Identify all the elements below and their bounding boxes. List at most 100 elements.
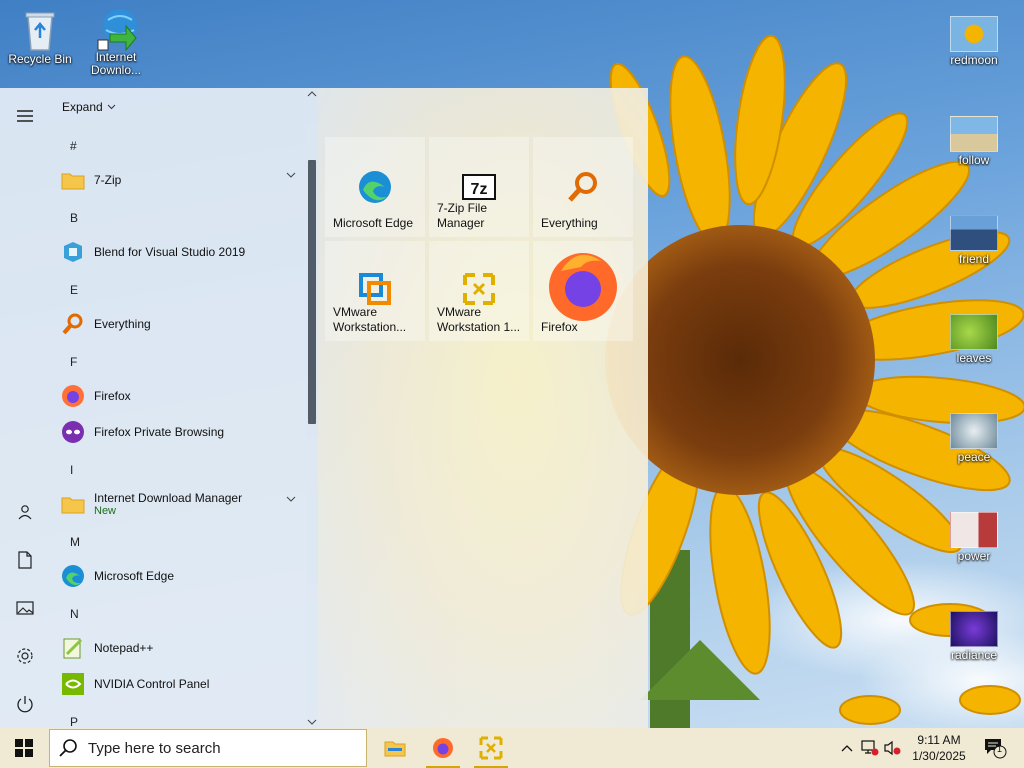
expand-button[interactable]: Expand (62, 100, 116, 114)
gear-icon (17, 648, 33, 664)
power-desktop-icon[interactable]: power (936, 512, 1012, 563)
chevron-down-icon[interactable] (286, 496, 296, 502)
everything-search-icon (60, 311, 86, 337)
pictures-icon (16, 601, 34, 615)
group-header[interactable]: I (70, 463, 73, 477)
redmoon-desktop-icon[interactable]: redmoon (936, 16, 1012, 67)
app-label: NVIDIA Control Panel (94, 677, 210, 691)
peace-desktop-icon[interactable]: peace (936, 413, 1012, 464)
action-center-button[interactable]: 1 (982, 738, 1008, 759)
show-hidden-icons-button[interactable] (838, 738, 856, 758)
radiance-desktop-icon[interactable]: radiance (936, 611, 1012, 662)
app-label: Firefox (94, 389, 131, 403)
group-header[interactable]: F (70, 355, 77, 369)
desktop-icon-label: radiance (950, 648, 998, 662)
tile-everything[interactable]: Everything (533, 137, 633, 237)
app-7-zip[interactable]: 7-Zip (60, 164, 304, 196)
vmware-icon (355, 269, 395, 309)
app-firefox-private[interactable]: Firefox Private Browsing (60, 416, 304, 448)
vmware-player-icon (459, 269, 499, 309)
recycle-bin-desktop-icon[interactable]: Recycle Bin (2, 8, 78, 66)
chevron-up-icon (841, 745, 853, 752)
image-thumbnail (950, 611, 998, 647)
everything-search-icon (563, 167, 603, 207)
start-menu: Expand # 7-Zip B Blend for Visual Studio… (0, 88, 648, 728)
desktop-icon-label: peace (957, 450, 991, 464)
group-header[interactable]: B (70, 211, 78, 225)
app-blend-visual-studio[interactable]: Blend for Visual Studio 2019 (60, 236, 304, 268)
tile-vmware-workstation-pro[interactable]: VMware Workstation... (325, 241, 425, 341)
taskbar-firefox[interactable] (420, 728, 466, 768)
app-everything[interactable]: Everything (60, 308, 304, 340)
windows-logo-icon (15, 739, 33, 757)
image-thumbnail (950, 215, 998, 251)
app-label: Microsoft Edge (94, 569, 175, 583)
pictures-button[interactable] (0, 584, 50, 632)
clock-date: 1/30/2025 (912, 749, 966, 763)
blend-icon (60, 239, 86, 265)
tile-microsoft-edge[interactable]: Microsoft Edge (325, 137, 425, 237)
leaves-desktop-icon[interactable]: leaves (936, 314, 1012, 365)
document-icon (18, 551, 32, 569)
user-account-button[interactable] (0, 488, 50, 536)
edge-icon (355, 167, 395, 207)
app-notepad-plus-plus[interactable]: Notepad++ (60, 632, 304, 664)
new-badge: New (94, 505, 117, 517)
group-header[interactable]: E (70, 283, 78, 297)
friend-desktop-icon[interactable]: friend (936, 215, 1012, 266)
recycle-bin-icon (20, 8, 60, 52)
volume-button[interactable] (884, 738, 902, 758)
svg-text:7z: 7z (471, 181, 488, 198)
start-button[interactable] (0, 728, 48, 768)
tile-label: VMware Workstation 1... (437, 305, 521, 334)
scroll-up-arrow-icon[interactable] (306, 90, 318, 98)
app-microsoft-edge[interactable]: Microsoft Edge (60, 560, 304, 592)
app-nvidia-control-panel[interactable]: NVIDIA Control Panel (60, 668, 304, 700)
app-internet-download-manager[interactable]: Internet Download Manager New (60, 488, 304, 520)
network-status-button[interactable] (861, 738, 879, 758)
tile-label: Microsoft Edge (333, 216, 414, 230)
group-header[interactable]: M (70, 535, 80, 549)
app-label: Firefox Private Browsing (94, 425, 225, 439)
group-header[interactable]: N (70, 607, 79, 621)
scrollbar-thumb[interactable] (308, 160, 316, 424)
tile-label: Firefox (541, 320, 578, 334)
firefox-icon (60, 383, 86, 409)
app-label: Internet Download Manager (94, 491, 243, 505)
app-label: 7-Zip (94, 173, 122, 187)
network-disconnected-icon (861, 740, 879, 756)
taskbar-file-explorer[interactable] (372, 728, 418, 768)
taskbar-vmware[interactable] (468, 728, 514, 768)
group-header[interactable]: # (70, 139, 77, 153)
app-label: Everything (94, 317, 151, 331)
app-firefox[interactable]: Firefox (60, 380, 304, 412)
group-header[interactable]: P (70, 715, 78, 728)
tile-label: Everything (541, 216, 598, 230)
documents-button[interactable] (0, 536, 50, 584)
settings-button[interactable] (0, 632, 50, 680)
scroll-down-arrow-icon[interactable] (306, 718, 318, 726)
taskbar-clock[interactable]: 9:11 AM 1/30/2025 (904, 732, 974, 764)
desktop-icon-label: power (957, 549, 991, 563)
app-list-scrollbar[interactable] (306, 88, 318, 728)
hamburger-icon (17, 110, 33, 122)
internet-download-manager-icon (96, 6, 137, 52)
taskbar-search-box[interactable]: Type here to search (49, 729, 367, 767)
hamburger-menu-button[interactable] (0, 92, 50, 140)
internet-download-manager-desktop-icon[interactable]: Internet Downlo... (78, 6, 154, 77)
tile-vmware-workstation-player[interactable]: VMware Workstation 1... (429, 241, 529, 341)
image-thumbnail (950, 16, 998, 52)
tile-firefox[interactable]: Firefox (533, 241, 633, 341)
clock-time: 9:11 AM (917, 733, 961, 747)
user-icon (18, 505, 32, 520)
follow-desktop-icon[interactable]: follow (936, 116, 1012, 167)
app-label: Blend for Visual Studio 2019 (94, 245, 246, 259)
power-button[interactable] (0, 680, 50, 728)
app-label: Notepad++ (94, 641, 154, 655)
chevron-down-icon (107, 104, 116, 110)
pinned-tiles: Microsoft Edge 7z 7-Zip File Manager Eve… (318, 88, 648, 728)
firefox-private-icon (60, 419, 86, 445)
chevron-down-icon[interactable] (286, 172, 296, 178)
tile-7-zip-file-manager[interactable]: 7z 7-Zip File Manager (429, 137, 529, 237)
desktop-icon-label: friend (958, 252, 990, 266)
